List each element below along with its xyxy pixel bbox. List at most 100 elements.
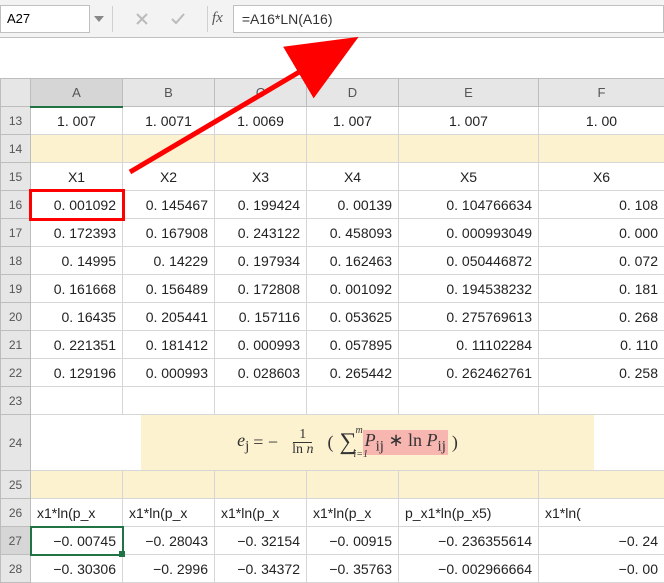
cell[interactable]: X5 [399, 163, 539, 191]
col-header-e[interactable]: E [399, 79, 539, 107]
cell[interactable]: −0. 34372 [215, 555, 307, 583]
cell[interactable]: −0. 2996 [123, 555, 215, 583]
cell[interactable]: 0. 275769613 [399, 303, 539, 331]
cancel-formula-button[interactable] [131, 8, 153, 30]
cell[interactable] [31, 471, 123, 499]
select-all-corner[interactable] [1, 79, 31, 107]
cell[interactable]: 1. 007 [399, 107, 539, 135]
cell[interactable]: 1. 0071 [123, 107, 215, 135]
col-header-a[interactable]: A [31, 79, 123, 107]
row-header[interactable]: 25 [1, 471, 31, 499]
cell[interactable]: 0. 243122 [215, 219, 307, 247]
cell[interactable]: 0. 205441 [123, 303, 215, 331]
cell[interactable]: 0. 458093 [307, 219, 399, 247]
row-header[interactable]: 15 [1, 163, 31, 191]
cell[interactable]: 0. 161668 [31, 275, 123, 303]
cell[interactable]: X4 [307, 163, 399, 191]
cell-a27-active[interactable]: −0. 00745 [31, 527, 123, 555]
cell[interactable]: 0. 000993 [123, 359, 215, 387]
cell[interactable]: x1*ln(p_x [215, 499, 307, 527]
row-header[interactable]: 13 [1, 107, 31, 135]
row-header[interactable]: 24 [1, 415, 31, 471]
col-header-b[interactable]: B [123, 79, 215, 107]
accept-formula-button[interactable] [167, 8, 189, 30]
cell[interactable]: 1. 007 [31, 107, 123, 135]
row-header[interactable]: 16 [1, 191, 31, 219]
cell[interactable]: x1*ln(p_x [31, 499, 123, 527]
cell[interactable]: x1*ln( [539, 499, 664, 527]
cell[interactable]: 0. 104766634 [399, 191, 539, 219]
cell[interactable]: 0. 221351 [31, 331, 123, 359]
row-header[interactable]: 18 [1, 247, 31, 275]
cell[interactable]: 1. 0069 [215, 107, 307, 135]
cell[interactable] [539, 135, 664, 163]
fx-label[interactable]: fx [212, 10, 223, 27]
cell[interactable] [399, 135, 539, 163]
cell[interactable]: 0. 028603 [215, 359, 307, 387]
cell[interactable]: 1. 00 [539, 107, 664, 135]
cell[interactable] [399, 387, 539, 415]
cell[interactable] [307, 387, 399, 415]
cell[interactable]: −0. 28043 [123, 527, 215, 555]
cell[interactable]: 0. 00139 [307, 191, 399, 219]
cell[interactable]: 0. 000993 [215, 331, 307, 359]
cell[interactable]: 0. 162463 [307, 247, 399, 275]
row-header[interactable]: 27 [1, 527, 31, 555]
cell[interactable] [215, 387, 307, 415]
cell[interactable]: X3 [215, 163, 307, 191]
cell[interactable]: 1. 007 [307, 107, 399, 135]
cell-a16-highlight[interactable]: 0. 001092 [31, 191, 123, 219]
cell[interactable]: 0. 181 [539, 275, 664, 303]
spreadsheet-grid[interactable]: A B C D E F 13 1. 007 1. 0071 1. 0069 1.… [0, 78, 664, 583]
row-header[interactable]: 28 [1, 555, 31, 583]
cell[interactable]: 0. 16435 [31, 303, 123, 331]
cell[interactable] [31, 387, 123, 415]
row-header[interactable]: 20 [1, 303, 31, 331]
cell[interactable]: −0. 236355614 [399, 527, 539, 555]
row-header[interactable]: 17 [1, 219, 31, 247]
cell[interactable]: 0. 000 [539, 219, 664, 247]
cell[interactable]: 0. 110 [539, 331, 664, 359]
math-formula-cell[interactable]: ej = − 1 ln n ( ∑ m i=1 Pij ∗ ln Pij ) [31, 415, 664, 471]
cell[interactable]: 0. 156489 [123, 275, 215, 303]
cell[interactable] [539, 387, 664, 415]
cell[interactable]: 0. 258 [539, 359, 664, 387]
cell[interactable]: x1*ln(p_x [307, 499, 399, 527]
cell[interactable] [123, 135, 215, 163]
cell[interactable]: 0. 072 [539, 247, 664, 275]
cell[interactable]: 0. 172808 [215, 275, 307, 303]
name-box[interactable]: A27 [0, 5, 90, 33]
cell[interactable]: 0. 172393 [31, 219, 123, 247]
cell[interactable]: 0. 14995 [31, 247, 123, 275]
cell[interactable]: 0. 268 [539, 303, 664, 331]
cell[interactable] [31, 135, 123, 163]
cell[interactable]: X2 [123, 163, 215, 191]
col-header-c[interactable]: C [215, 79, 307, 107]
cell[interactable] [399, 471, 539, 499]
cell[interactable]: −0. 24 [539, 527, 664, 555]
cell[interactable]: 0. 167908 [123, 219, 215, 247]
cell[interactable]: 0. 129196 [31, 359, 123, 387]
formula-input[interactable]: =A16*LN(A16) [233, 5, 664, 33]
cell[interactable]: 0. 145467 [123, 191, 215, 219]
cell[interactable]: −0. 00 [539, 555, 664, 583]
cell[interactable]: 0. 194538232 [399, 275, 539, 303]
col-header-f[interactable]: F [539, 79, 664, 107]
cell[interactable]: 0. 053625 [307, 303, 399, 331]
cell[interactable]: 0. 057895 [307, 331, 399, 359]
cell[interactable]: 0. 11102284 [399, 331, 539, 359]
cell[interactable] [215, 135, 307, 163]
cell[interactable] [307, 471, 399, 499]
cell[interactable]: X6 [539, 163, 664, 191]
cell[interactable]: X1 [31, 163, 123, 191]
cell[interactable]: −0. 00915 [307, 527, 399, 555]
row-header[interactable]: 14 [1, 135, 31, 163]
cell[interactable] [123, 471, 215, 499]
cell[interactable] [539, 471, 664, 499]
cell[interactable]: −0. 32154 [215, 527, 307, 555]
cell[interactable]: x1*ln(p_x [123, 499, 215, 527]
cell[interactable] [307, 135, 399, 163]
row-header[interactable]: 23 [1, 387, 31, 415]
name-box-dropdown[interactable] [90, 5, 108, 33]
cell[interactable]: 0. 108 [539, 191, 664, 219]
